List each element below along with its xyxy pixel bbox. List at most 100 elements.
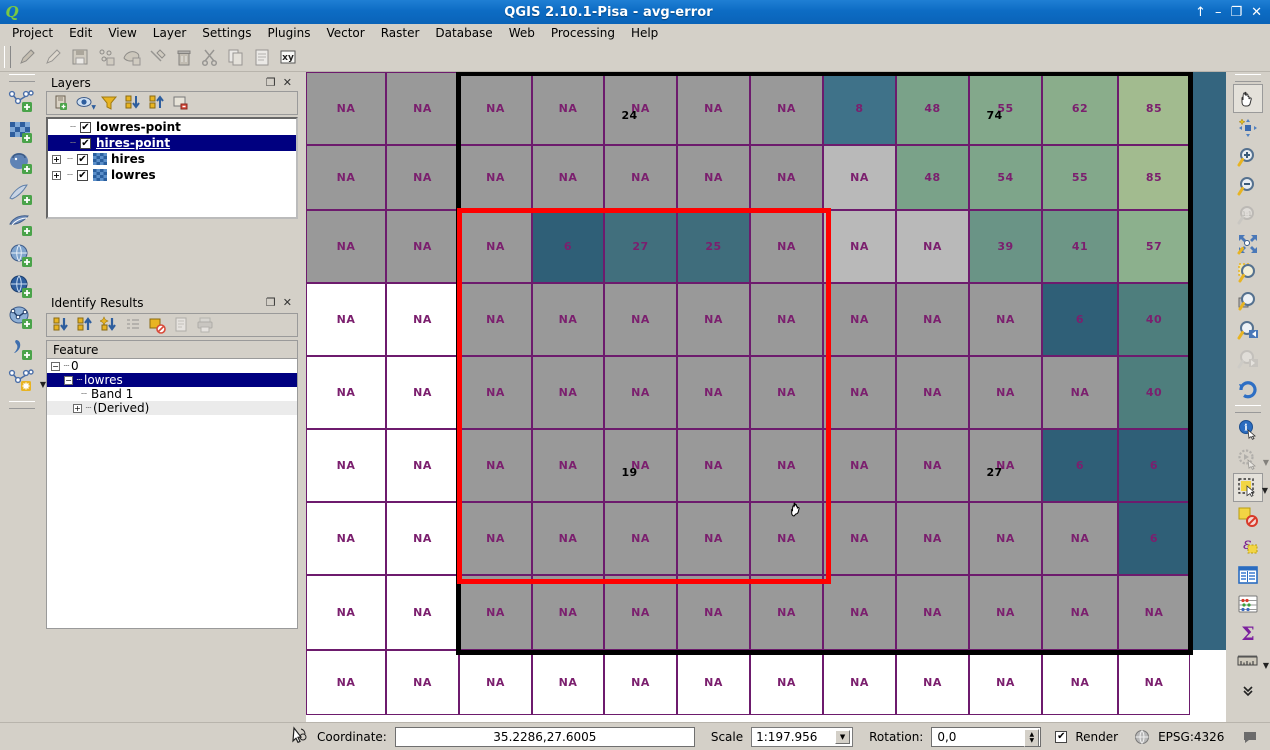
raster-cell[interactable]: NA bbox=[604, 650, 677, 715]
toolbar-grip[interactable] bbox=[4, 45, 11, 68]
raster-cell[interactable]: NA bbox=[306, 145, 386, 210]
expand-icon[interactable]: + bbox=[73, 403, 82, 413]
raster-cell[interactable]: NA bbox=[386, 283, 459, 356]
menu-item-plugins[interactable]: Plugins bbox=[259, 25, 318, 41]
layer-item-hires-point[interactable]: ┄ ✔ hires-point bbox=[48, 135, 296, 151]
cut-features-icon[interactable] bbox=[197, 44, 223, 70]
remove-layer-icon[interactable] bbox=[170, 93, 192, 113]
raster-cell[interactable]: NA bbox=[386, 502, 459, 575]
identify-tree-row-derived[interactable]: + ┄ (Derived) bbox=[47, 401, 297, 415]
menu-item-database[interactable]: Database bbox=[427, 25, 500, 41]
menu-item-vector[interactable]: Vector bbox=[318, 25, 372, 41]
raster-cell[interactable]: NA bbox=[532, 650, 604, 715]
add-wcs-layer-icon[interactable] bbox=[4, 240, 40, 271]
run-feature-action-icon[interactable]: ▼ bbox=[1233, 444, 1269, 473]
select-by-expression-icon[interactable]: ε bbox=[1233, 531, 1263, 560]
left-toolbar-grip-2[interactable] bbox=[9, 401, 35, 409]
pan-map-icon[interactable] bbox=[1233, 84, 1263, 113]
identify-panel-close-button[interactable]: ✕ bbox=[283, 296, 292, 309]
raster-cell[interactable]: NA bbox=[386, 650, 459, 715]
raster-cell[interactable]: NA bbox=[386, 356, 459, 429]
raster-cell[interactable]: NA bbox=[306, 575, 386, 650]
manage-visibility-icon[interactable]: ▼ bbox=[74, 93, 96, 113]
chevron-down-icon[interactable]: ▼ bbox=[835, 729, 851, 744]
raster-cell[interactable]: NA bbox=[823, 650, 896, 715]
messages-log-icon[interactable] bbox=[1242, 729, 1258, 745]
add-delimited-text-layer-icon[interactable] bbox=[4, 333, 40, 364]
expand-all-icon[interactable] bbox=[122, 93, 144, 113]
maximize-button[interactable]: ❐ bbox=[1230, 6, 1242, 19]
zoom-in-icon[interactable] bbox=[1233, 142, 1263, 171]
layer-visibility-checkbox[interactable]: ✔ bbox=[77, 153, 88, 165]
layers-tree[interactable]: ┄ ✔ lowres-point ┄ ✔ hires-point + ┄ ✔ h… bbox=[46, 117, 298, 219]
menu-item-help[interactable]: Help bbox=[623, 25, 666, 41]
add-spatialite-layer-icon[interactable] bbox=[4, 178, 40, 209]
clear-results-icon[interactable] bbox=[122, 315, 144, 335]
new-shapefile-layer-icon[interactable]: ▼ bbox=[4, 364, 46, 395]
menu-item-project[interactable]: Project bbox=[4, 25, 61, 41]
chevron-down-icon[interactable]: ▼ bbox=[1262, 486, 1268, 495]
zoom-out-icon[interactable] bbox=[1233, 171, 1263, 200]
collapse-tree-icon[interactable] bbox=[74, 315, 96, 335]
raster-cell[interactable]: NA bbox=[306, 502, 386, 575]
zoom-full-icon[interactable] bbox=[1233, 229, 1263, 258]
expand-icon[interactable]: + bbox=[52, 170, 61, 180]
map-canvas[interactable]: NA NA NA NA NA 24 NA NA 8 48 55 74 62 85 NA NA NA NA NA NA N… bbox=[306, 72, 1226, 722]
expand-tree-icon[interactable] bbox=[50, 315, 72, 335]
open-attribute-table-icon[interactable] bbox=[1233, 560, 1263, 589]
menu-item-settings[interactable]: Settings bbox=[194, 25, 259, 41]
scale-combobox[interactable]: 1:197.956 ▼ bbox=[751, 726, 854, 747]
raster-cell[interactable]: NA bbox=[306, 283, 386, 356]
add-raster-layer-icon[interactable] bbox=[4, 116, 40, 147]
layer-item-lowres-point[interactable]: ┄ ✔ lowres-point bbox=[48, 119, 296, 135]
raster-cell[interactable]: NA bbox=[386, 72, 459, 145]
raster-cell[interactable]: NA bbox=[306, 356, 386, 429]
menu-item-view[interactable]: View bbox=[100, 25, 144, 41]
add-feature-icon[interactable] bbox=[93, 44, 119, 70]
layer-item-lowres[interactable]: + ┄ ✔ lowres bbox=[48, 167, 296, 183]
right-toolbar-grip[interactable] bbox=[1235, 74, 1261, 82]
pan-to-selection-icon[interactable] bbox=[1233, 113, 1263, 142]
copy-feature-icon[interactable] bbox=[170, 315, 192, 335]
minimize-button[interactable]: – bbox=[1215, 6, 1222, 19]
raster-cell[interactable]: NA bbox=[386, 210, 459, 283]
add-vector-layer-icon[interactable] bbox=[4, 85, 40, 116]
select-features-icon[interactable]: ▼ bbox=[1233, 473, 1268, 502]
delete-selected-icon[interactable] bbox=[171, 44, 197, 70]
zoom-native-resolution-icon[interactable]: 1:1 bbox=[1233, 200, 1263, 229]
identify-features-icon[interactable]: i bbox=[1233, 415, 1263, 444]
field-calculator-icon[interactable] bbox=[1233, 589, 1263, 618]
copy-features-icon[interactable] bbox=[223, 44, 249, 70]
move-feature-icon[interactable] bbox=[119, 44, 145, 70]
chevron-down-icon[interactable]: ▼ bbox=[91, 104, 96, 111]
close-button[interactable]: ✕ bbox=[1251, 6, 1262, 19]
rotation-input[interactable]: 0,0 ▲ ▼ bbox=[931, 726, 1042, 747]
raster-cell[interactable]: NA bbox=[677, 650, 750, 715]
collapse-icon[interactable]: − bbox=[51, 361, 60, 371]
zoom-to-layer-icon[interactable] bbox=[1233, 287, 1263, 316]
zoom-to-selection-icon[interactable] bbox=[1233, 258, 1263, 287]
node-tool-icon[interactable] bbox=[145, 44, 171, 70]
layer-visibility-checkbox[interactable]: ✔ bbox=[77, 169, 88, 181]
collapse-all-icon[interactable] bbox=[146, 93, 168, 113]
raster-cell[interactable]: NA bbox=[386, 429, 459, 502]
refresh-icon[interactable] bbox=[1233, 374, 1263, 403]
mouse-coordinate-icon[interactable] bbox=[289, 725, 309, 748]
raster-cell[interactable]: NA bbox=[896, 650, 969, 715]
chevron-down-icon[interactable]: ▼ bbox=[1263, 661, 1269, 670]
highlight-all-icon[interactable] bbox=[146, 315, 168, 335]
measure-line-icon[interactable]: ▼ bbox=[1233, 647, 1269, 676]
menu-item-edit[interactable]: Edit bbox=[61, 25, 100, 41]
menu-item-layer[interactable]: Layer bbox=[145, 25, 194, 41]
layers-panel-close-button[interactable]: ✕ bbox=[283, 76, 292, 89]
add-mssql-layer-icon[interactable] bbox=[4, 209, 40, 240]
identify-tree-row-lowres[interactable]: − ┄ lowres bbox=[47, 373, 297, 387]
identify-tree-row-band1[interactable]: ┄ Band 1 bbox=[47, 387, 297, 401]
statistical-summary-icon[interactable]: Σ bbox=[1233, 618, 1263, 647]
chevron-down-icon[interactable]: ▼ bbox=[1263, 458, 1269, 467]
menu-item-web[interactable]: Web bbox=[501, 25, 543, 41]
add-group-icon[interactable] bbox=[50, 93, 72, 113]
current-edits-icon[interactable] bbox=[41, 44, 67, 70]
overflow-chevron-icon[interactable] bbox=[1233, 676, 1263, 705]
rotation-spinner[interactable]: ▲ ▼ bbox=[1024, 728, 1040, 747]
